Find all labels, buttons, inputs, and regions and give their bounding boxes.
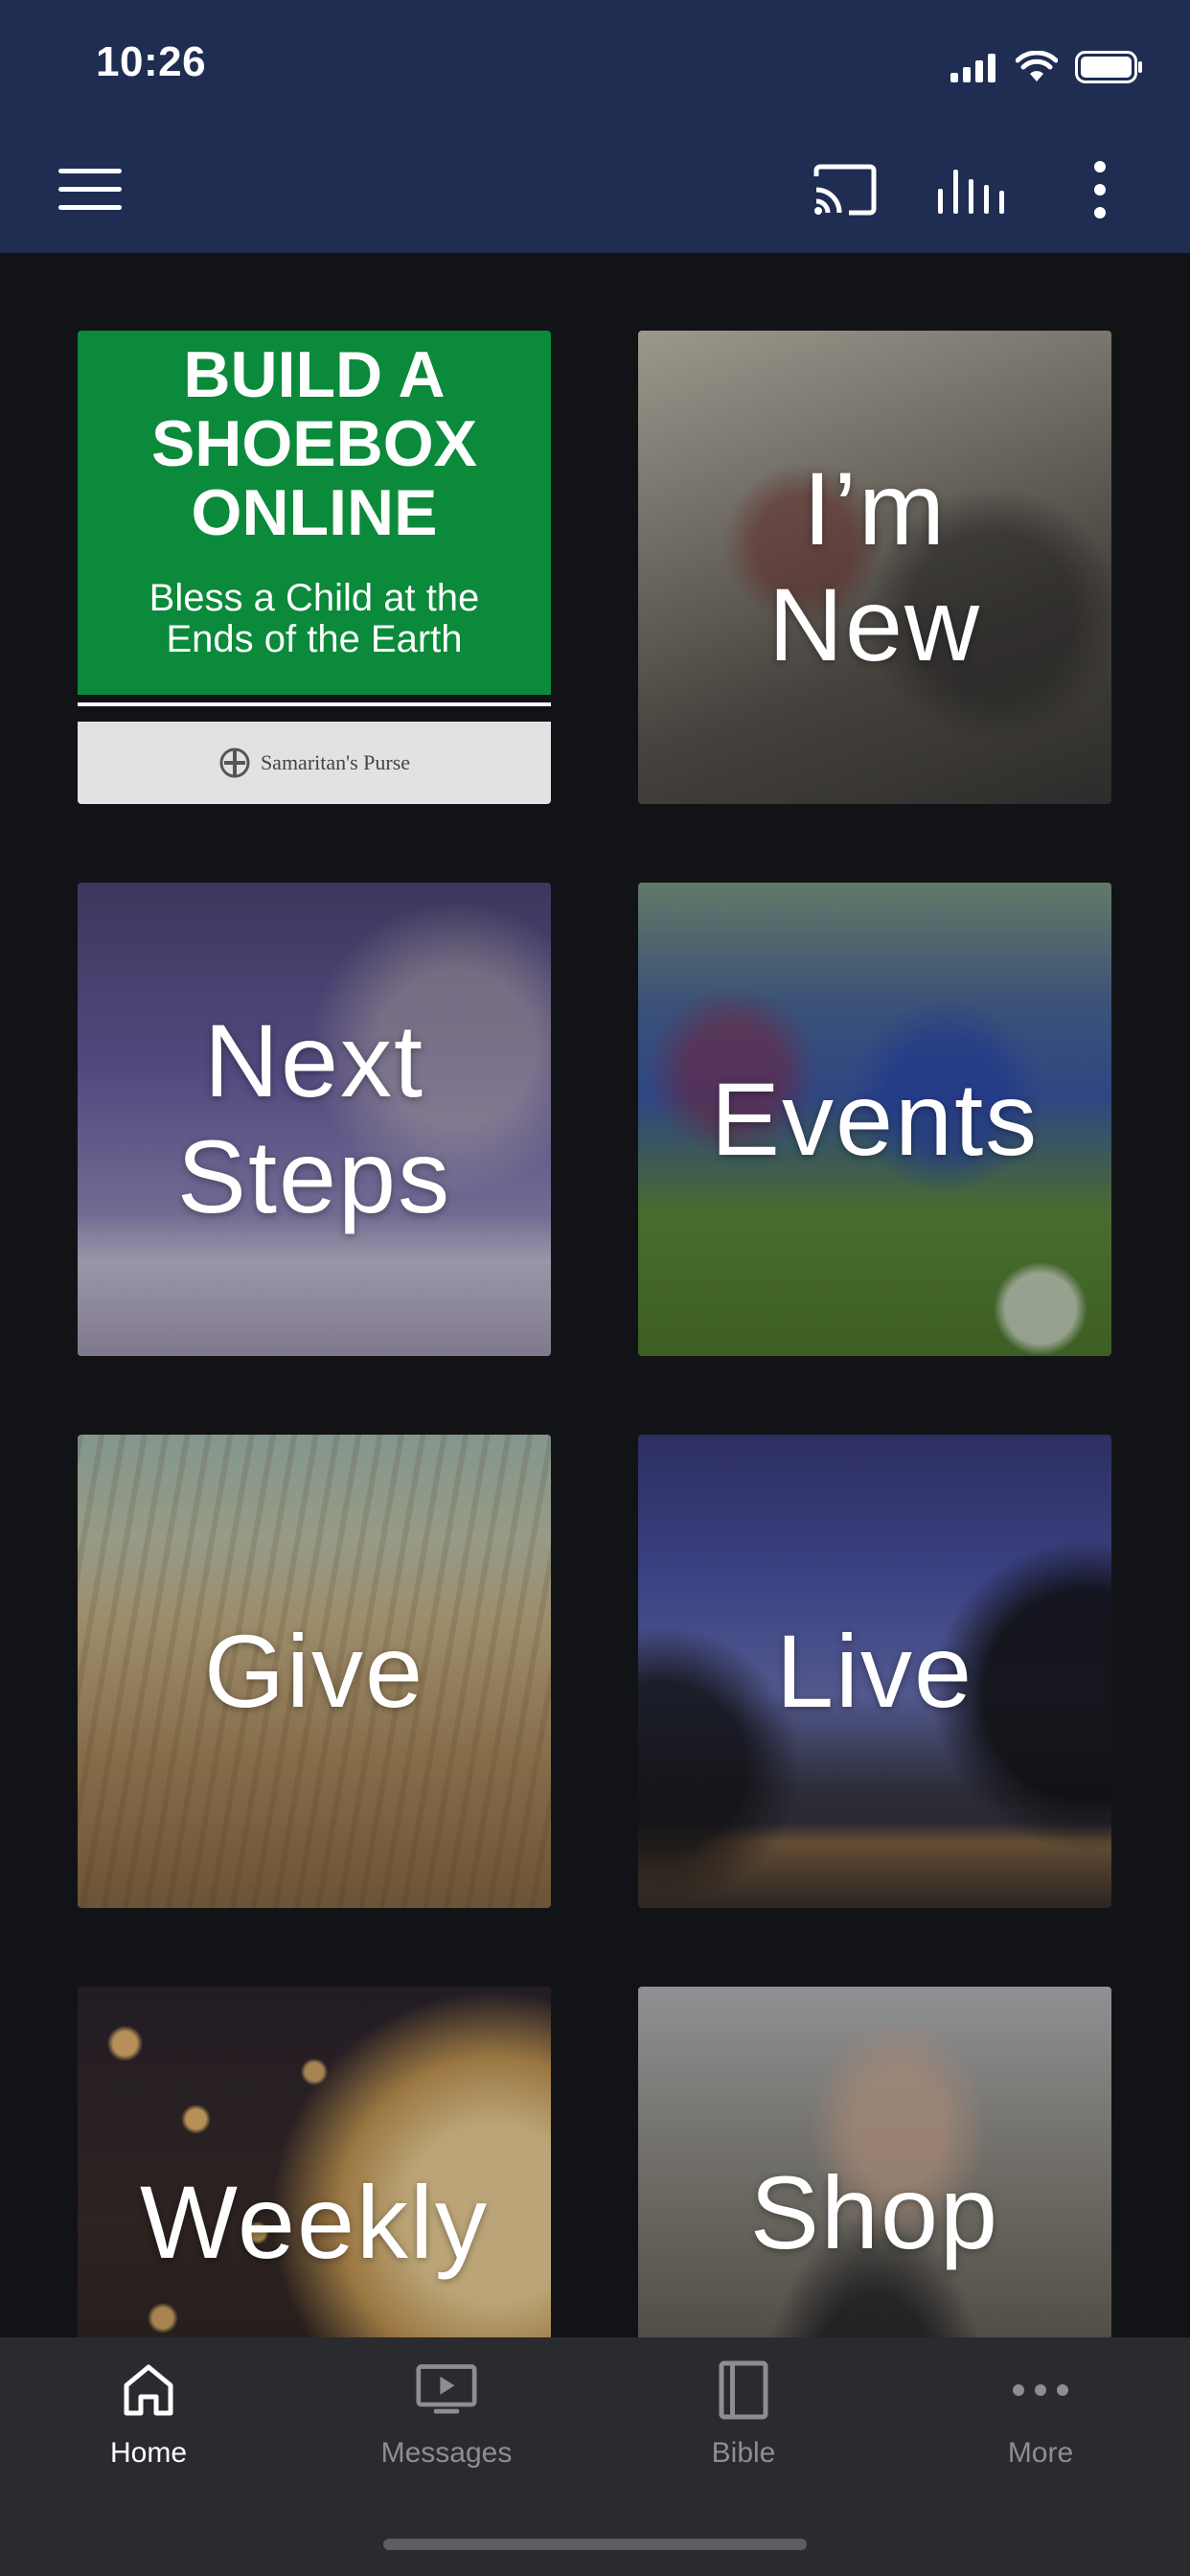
home-icon xyxy=(124,2364,173,2416)
shoebox-subtitle: Bless a Child at the Ends of the Earth xyxy=(149,577,480,660)
overflow-menu-button[interactable] xyxy=(1065,155,1134,224)
tiles-grid: BUILD A SHOEBOX ONLINE Bless a Child at … xyxy=(0,253,1190,2337)
battery-icon xyxy=(1075,51,1142,83)
nav-more[interactable]: More xyxy=(945,2357,1136,2481)
tile-events[interactable]: Events xyxy=(638,883,1111,1356)
nav-bible[interactable]: Bible xyxy=(648,2357,839,2481)
menu-button[interactable] xyxy=(56,155,125,224)
tile-label: I’m New xyxy=(767,450,982,682)
shoebox-logo-text: Samaritan's Purse xyxy=(260,750,411,774)
shoebox-footer: Samaritan's Purse xyxy=(78,722,551,804)
cast-button[interactable] xyxy=(811,155,880,224)
cast-icon xyxy=(813,164,877,216)
tile-label: Give xyxy=(203,1612,425,1729)
tile-give[interactable]: Give xyxy=(78,1435,551,1908)
vertical-dots-icon xyxy=(1094,161,1106,218)
top-app-bar: 10:26 xyxy=(0,0,1190,253)
wifi-icon xyxy=(1016,51,1058,81)
status-icons xyxy=(950,48,1144,86)
tile-live[interactable]: Live xyxy=(638,1435,1111,1908)
tile-im-new[interactable]: I’m New xyxy=(638,331,1111,804)
tile-label: Shop xyxy=(749,2154,1000,2270)
nav-home[interactable]: Home xyxy=(53,2357,244,2481)
tile-next-steps[interactable]: Next Steps xyxy=(78,883,551,1356)
cellular-signal-icon xyxy=(950,54,995,82)
book-icon xyxy=(719,2360,768,2420)
nav-label: More xyxy=(1007,2437,1074,2469)
tile-label: Events xyxy=(710,1060,1040,1177)
status-time: 10:26 xyxy=(96,38,207,85)
audio-bars-icon xyxy=(938,170,1004,214)
nav-label: Bible xyxy=(711,2437,776,2469)
tile-weekly[interactable]: Weekly xyxy=(78,1987,551,2337)
video-screen-icon xyxy=(416,2364,477,2414)
tile-label: Weekly xyxy=(139,2164,490,2280)
samaritans-purse-logo-icon xyxy=(219,748,250,778)
nav-label: Home xyxy=(109,2437,188,2469)
hamburger-menu-icon xyxy=(58,169,122,210)
tile-label: Next Steps xyxy=(176,1002,452,1234)
nav-messages[interactable]: Messages xyxy=(351,2357,542,2481)
tile-label: Live xyxy=(775,1612,974,1729)
horizontal-dots-icon xyxy=(1013,2384,1068,2396)
tile-build-a-shoebox[interactable]: BUILD A SHOEBOX ONLINE Bless a Child at … xyxy=(78,331,551,804)
shoebox-title: BUILD A SHOEBOX ONLINE xyxy=(150,338,478,549)
nav-label: Messages xyxy=(380,2437,513,2469)
tile-shop[interactable]: Shop xyxy=(638,1987,1111,2337)
audio-button[interactable] xyxy=(937,155,1006,224)
home-indicator[interactable] xyxy=(383,2539,807,2550)
